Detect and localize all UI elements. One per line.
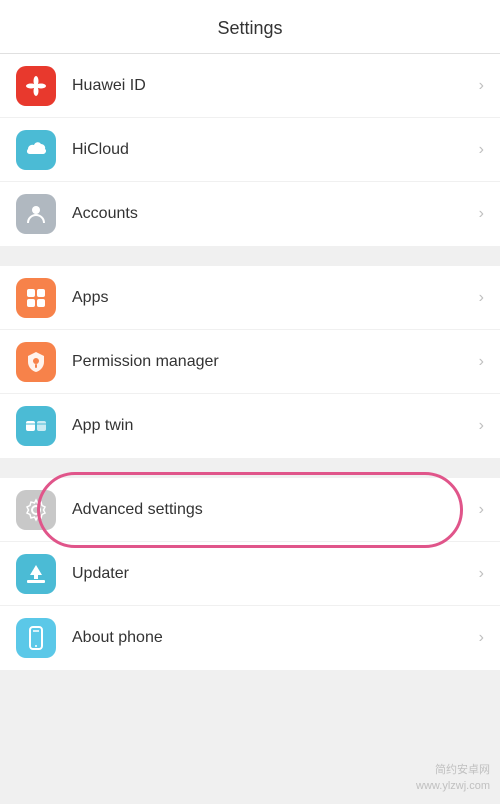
- watermark-line2: www.ylzwj.com: [416, 779, 490, 794]
- advanced-settings-icon: [16, 490, 56, 530]
- permission-manager-label: Permission manager: [72, 353, 479, 371]
- about-phone-label: About phone: [72, 629, 479, 647]
- accounts-icon: [16, 194, 56, 234]
- updater-label: Updater: [72, 565, 479, 583]
- accounts-label: Accounts: [72, 205, 479, 223]
- account-group: Huawei ID › HiCloud › Accounts ›: [0, 54, 500, 246]
- gear-icon: [23, 497, 49, 523]
- apps-group: Apps › Permission manager ›: [0, 266, 500, 458]
- phone-icon: [23, 625, 49, 651]
- about-phone-chevron: ›: [479, 629, 484, 647]
- hicloud-item[interactable]: HiCloud ›: [0, 118, 500, 182]
- watermark-line1: 简约安卓网: [416, 763, 490, 778]
- updater-chevron: ›: [479, 565, 484, 583]
- divider-1: [0, 254, 500, 266]
- app-twin-label: App twin: [72, 417, 479, 435]
- settings-header: Settings: [0, 0, 500, 54]
- huawei-id-chevron: ›: [479, 77, 484, 95]
- advanced-settings-label: Advanced settings: [72, 501, 479, 519]
- permission-chevron: ›: [479, 353, 484, 371]
- app-twin-icon: [16, 406, 56, 446]
- accounts-chevron: ›: [479, 205, 484, 223]
- updater-icon: [16, 554, 56, 594]
- about-phone-item[interactable]: About phone ›: [0, 606, 500, 670]
- person-icon: [23, 201, 49, 227]
- divider-2: [0, 466, 500, 478]
- huawei-logo-icon: [23, 73, 49, 99]
- apps-section: Apps › Permission manager ›: [0, 266, 500, 458]
- hicloud-chevron: ›: [479, 141, 484, 159]
- page-title: Settings: [217, 18, 282, 38]
- apps-label: Apps: [72, 289, 479, 307]
- twin-icon: [23, 413, 49, 439]
- huawei-id-label: Huawei ID: [72, 77, 479, 95]
- app-twin-item[interactable]: App twin ›: [0, 394, 500, 458]
- huawei-id-icon: [16, 66, 56, 106]
- system-group: Advanced settings › Updater ›: [0, 478, 500, 670]
- app-twin-chevron: ›: [479, 417, 484, 435]
- system-section: Advanced settings › Updater ›: [0, 478, 500, 670]
- shield-key-icon: [23, 349, 49, 375]
- hicloud-icon: [16, 130, 56, 170]
- apps-icon: [16, 278, 56, 318]
- huawei-id-item[interactable]: Huawei ID ›: [0, 54, 500, 118]
- advanced-settings-chevron: ›: [479, 501, 484, 519]
- about-phone-icon: [16, 618, 56, 658]
- permission-icon: [16, 342, 56, 382]
- cloud-icon: [23, 137, 49, 163]
- watermark: 简约安卓网 www.ylzwj.com: [416, 763, 490, 794]
- permission-manager-item[interactable]: Permission manager ›: [0, 330, 500, 394]
- apps-item[interactable]: Apps ›: [0, 266, 500, 330]
- grid-icon: [23, 285, 49, 311]
- apps-chevron: ›: [479, 289, 484, 307]
- account-section: Huawei ID › HiCloud › Accounts ›: [0, 54, 500, 246]
- accounts-item[interactable]: Accounts ›: [0, 182, 500, 246]
- hicloud-label: HiCloud: [72, 141, 479, 159]
- advanced-settings-item[interactable]: Advanced settings ›: [0, 478, 500, 542]
- upload-icon: [23, 561, 49, 587]
- updater-item[interactable]: Updater ›: [0, 542, 500, 606]
